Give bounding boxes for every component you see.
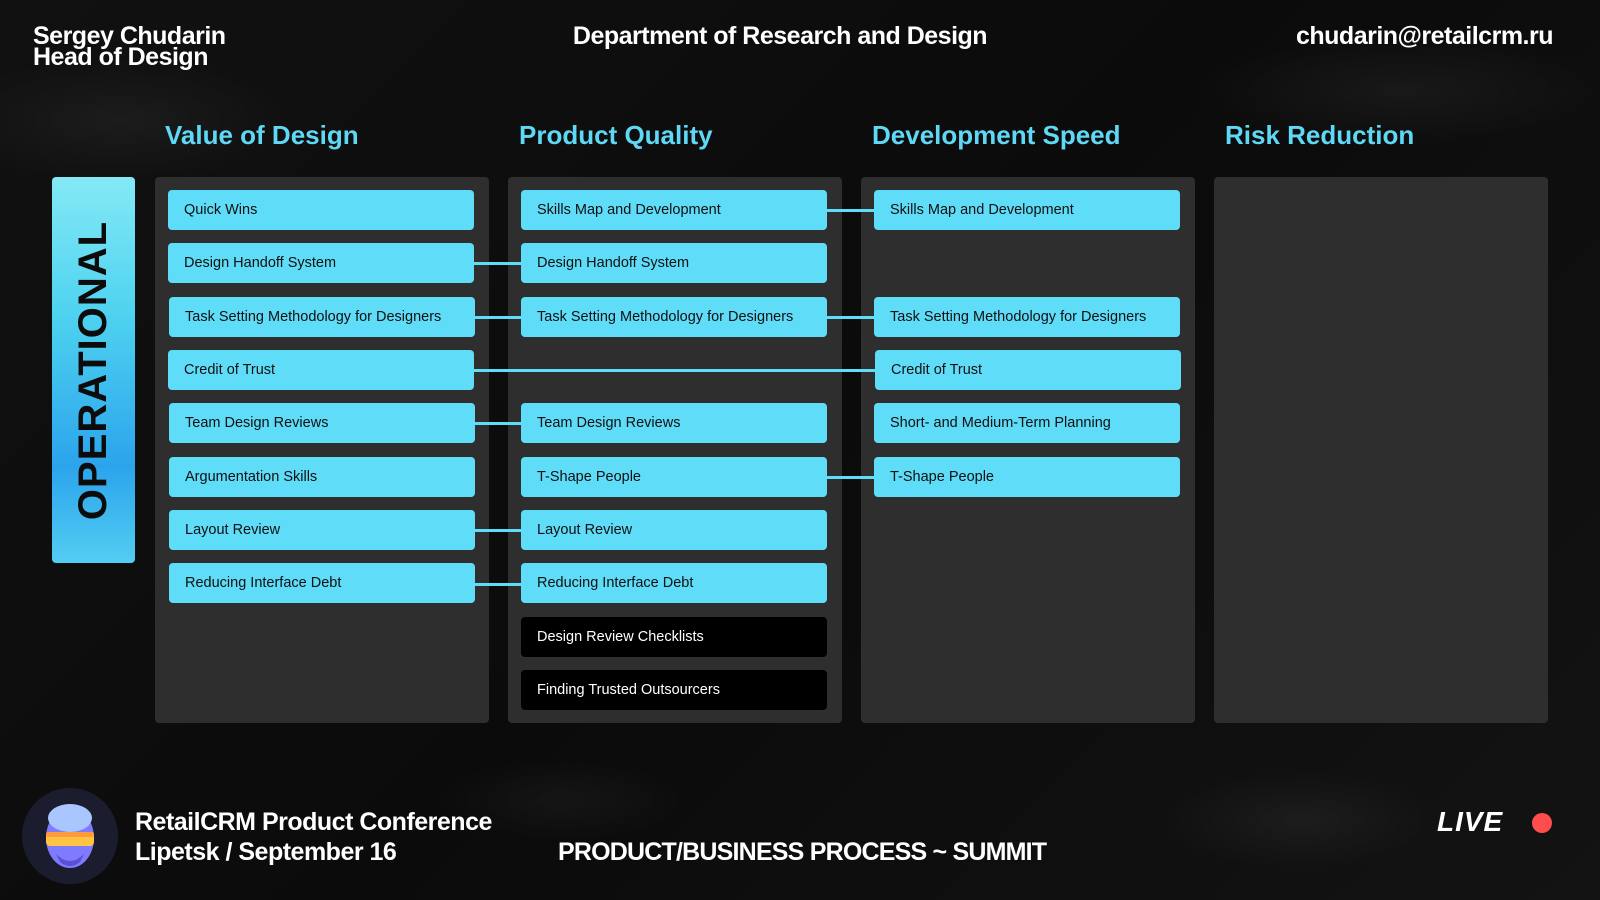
row-label-text: OPERATIONAL (71, 220, 115, 520)
column-header-development-speed: Development Speed (872, 120, 1121, 150)
speaker-avatar (22, 788, 118, 884)
card-design-handoff-system[interactable]: Design Handoff System (521, 243, 827, 283)
connector-team-reviews (474, 422, 522, 425)
card-design-review-checklists[interactable]: Design Review Checklists (521, 617, 827, 657)
card-team-design-reviews[interactable]: Team Design Reviews (169, 403, 475, 443)
card-skills-map[interactable]: Skills Map and Development (874, 190, 1180, 230)
column-header-value-of-design: Value of Design (165, 120, 359, 150)
panel-development-speed (861, 177, 1195, 723)
card-t-shape-people[interactable]: T-Shape People (521, 457, 827, 497)
email-link[interactable]: chudarin@retailcrm.ru (1296, 22, 1554, 51)
card-t-shape-people[interactable]: T-Shape People (874, 457, 1180, 497)
connector-layout-review (474, 529, 522, 532)
card-reducing-interface-debt[interactable]: Reducing Interface Debt (169, 563, 475, 603)
connector-design-handoff (474, 262, 522, 265)
card-finding-trusted-outsourcers[interactable]: Finding Trusted Outsourcers (521, 670, 827, 710)
panel-risk-reduction (1214, 177, 1548, 723)
card-short-medium-term-planning[interactable]: Short- and Medium-Term Planning (874, 403, 1180, 443)
card-argumentation-skills[interactable]: Argumentation Skills (169, 457, 475, 497)
card-layout-review[interactable]: Layout Review (169, 510, 475, 550)
card-reducing-interface-debt[interactable]: Reducing Interface Debt (521, 563, 827, 603)
row-label-operational: OPERATIONAL (52, 177, 135, 563)
card-layout-review[interactable]: Layout Review (521, 510, 827, 550)
connector-skills-map (827, 209, 875, 212)
event-title: PRODUCT/BUSINESS PROCESS ~ SUMMIT (558, 838, 1047, 866)
avatar-illustration-icon (46, 804, 94, 868)
column-header-product-quality: Product Quality (519, 120, 713, 150)
live-dot-icon (1532, 813, 1552, 833)
card-task-setting-methodology[interactable]: Task Setting Methodology for Designers (874, 297, 1180, 337)
card-credit-of-trust[interactable]: Credit of Trust (875, 350, 1181, 390)
connector-task-setting-2 (827, 316, 875, 319)
connector-t-shape (827, 476, 875, 479)
card-skills-map[interactable]: Skills Map and Development (521, 190, 827, 230)
card-task-setting-methodology[interactable]: Task Setting Methodology for Designers (521, 297, 827, 337)
connector-task-setting-1 (474, 316, 522, 319)
connector-credit-of-trust (474, 369, 876, 372)
card-quick-wins[interactable]: Quick Wins (168, 190, 474, 230)
column-header-risk-reduction: Risk Reduction (1225, 120, 1415, 150)
conference-place-date: Lipetsk / September 16 (135, 838, 397, 866)
card-design-handoff-system[interactable]: Design Handoff System (168, 243, 474, 283)
live-indicator-label: LIVE (1437, 806, 1504, 837)
card-team-design-reviews[interactable]: Team Design Reviews (521, 403, 827, 443)
conference-name: RetailCRM Product Conference (135, 808, 492, 836)
card-credit-of-trust[interactable]: Credit of Trust (168, 350, 474, 390)
connector-interface-debt (474, 583, 522, 586)
card-task-setting-methodology[interactable]: Task Setting Methodology for Designers (169, 297, 475, 337)
